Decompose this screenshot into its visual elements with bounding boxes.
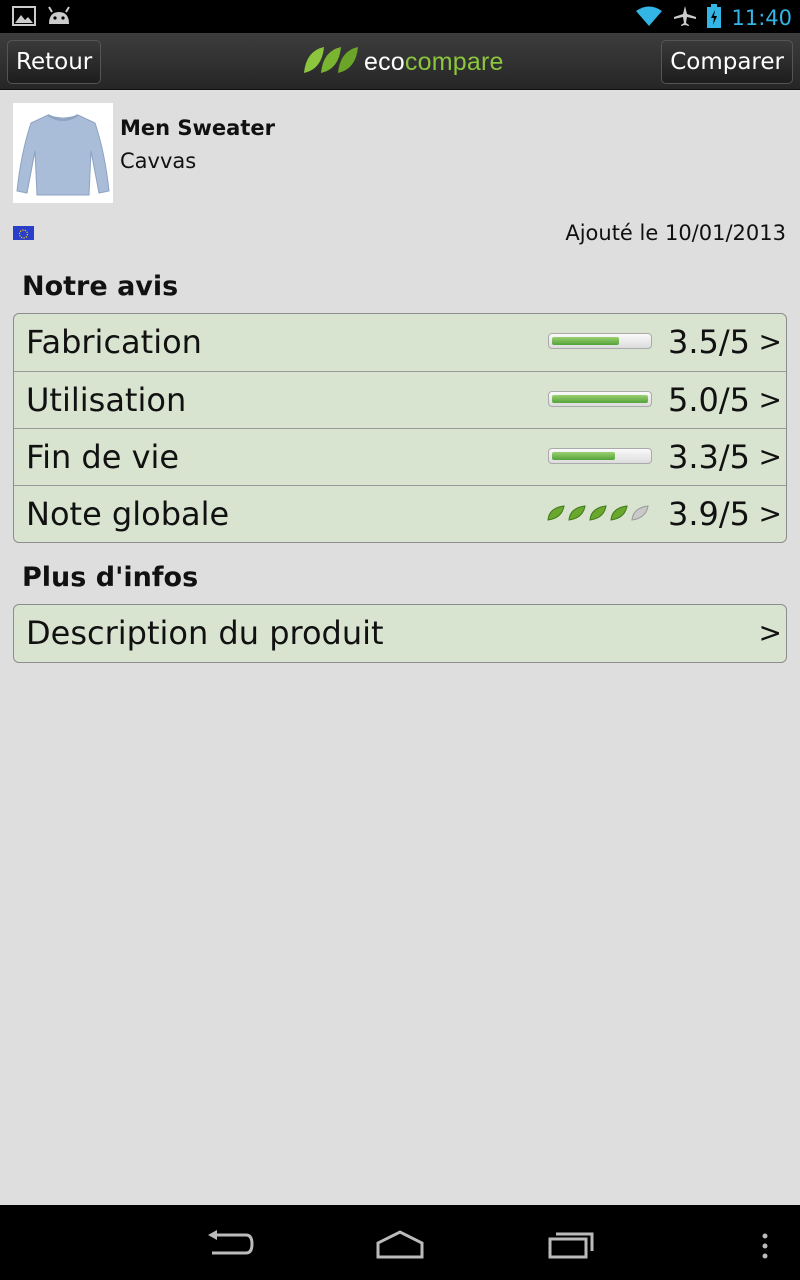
ecocompare-logo: ecocompare	[302, 45, 504, 79]
logo-text-eco: eco	[364, 47, 405, 76]
leaf-filled-icon	[589, 505, 607, 525]
leaf-filled-icon	[610, 505, 628, 525]
rating-label: Fabrication	[26, 323, 202, 361]
chevron-right-icon: >	[758, 440, 782, 473]
rating-row-fabrication[interactable]: Fabrication 3.5/5 >	[14, 314, 786, 371]
rating-row-note-globale[interactable]: Note globale 3.9/5 >	[14, 485, 786, 542]
rating-bar-fill	[552, 452, 616, 460]
rating-progress-bar	[548, 448, 652, 464]
ratings-section-title: Notre avis	[22, 271, 179, 302]
rating-score: 3.9/5	[668, 495, 751, 533]
product-brand: Cavvas	[120, 149, 197, 173]
chevron-right-icon: >	[758, 325, 782, 358]
chevron-right-icon: >	[758, 616, 782, 649]
wifi-icon	[635, 5, 663, 31]
compare-button[interactable]: Comparer	[661, 40, 793, 84]
rating-label: Note globale	[26, 495, 230, 533]
recent-apps-icon[interactable]	[548, 1227, 596, 1263]
eu-flag-icon	[13, 226, 34, 240]
rating-label: Utilisation	[26, 381, 187, 419]
leaf-empty-icon	[631, 505, 649, 525]
clock: 11:40	[731, 6, 792, 30]
rating-progress-bar	[548, 333, 652, 349]
info-list: Description du produit >	[13, 604, 787, 663]
gallery-icon	[12, 6, 36, 30]
leaf-filled-icon	[547, 505, 565, 525]
info-label: Description du produit	[26, 614, 384, 652]
rating-score: 3.3/5	[668, 438, 751, 476]
logo-text-compare: compare	[404, 47, 504, 76]
product-name: Men Sweater	[120, 116, 275, 140]
chevron-right-icon: >	[758, 383, 782, 416]
product-image	[13, 103, 113, 203]
added-date: Ajouté le 10/01/2013	[565, 221, 786, 245]
rating-bar-fill	[552, 395, 648, 403]
airplane-mode-icon	[673, 5, 697, 31]
leaf-filled-icon	[568, 505, 586, 525]
chevron-right-icon: >	[758, 497, 782, 530]
rating-progress-bar	[548, 391, 652, 407]
home-icon[interactable]	[375, 1229, 425, 1263]
leaf-logo-icon	[302, 45, 360, 79]
rating-row-utilisation[interactable]: Utilisation 5.0/5 >	[14, 371, 786, 428]
rating-row-fin-de-vie[interactable]: Fin de vie 3.3/5 >	[14, 428, 786, 485]
info-section-title: Plus d'infos	[22, 562, 199, 593]
rating-bar-fill	[552, 337, 620, 345]
android-icon	[46, 6, 72, 30]
back-button[interactable]: Retour	[7, 40, 102, 84]
menu-overflow-icon[interactable]	[760, 1233, 770, 1263]
rating-score: 3.5/5	[668, 323, 751, 361]
back-icon[interactable]	[206, 1229, 254, 1263]
rating-score: 5.0/5	[668, 381, 751, 419]
battery-charging-icon	[707, 4, 722, 32]
ratings-list: Fabrication 3.5/5 > Utilisation 5.0/5 > …	[13, 313, 787, 543]
navigation-bar	[0, 1205, 800, 1280]
rating-label: Fin de vie	[26, 438, 180, 476]
leaf-rating	[547, 505, 649, 525]
status-bar: 11:40	[0, 0, 800, 33]
product-description-row[interactable]: Description du produit >	[14, 605, 786, 662]
